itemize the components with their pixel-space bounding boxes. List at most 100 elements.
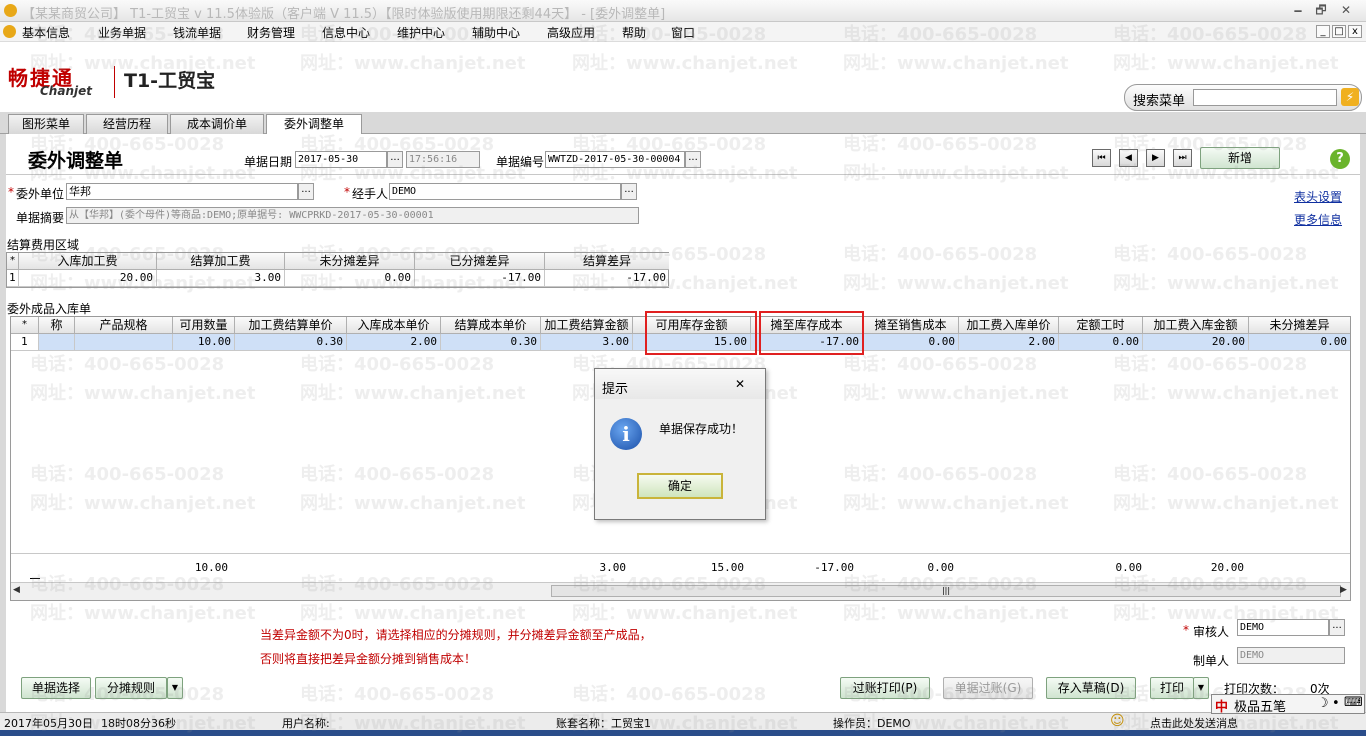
menu-window[interactable]: 窗口 xyxy=(671,24,695,41)
menu-aux-center[interactable]: 辅助中心 xyxy=(472,24,520,41)
tab-cost-adjust[interactable]: 成本调价单 xyxy=(170,114,264,134)
search-go-icon[interactable]: ⚡ xyxy=(1341,88,1359,106)
last-record-icon[interactable]: ⏭ xyxy=(1173,149,1192,167)
ime-moon-icon[interactable]: ☽ xyxy=(1317,696,1329,711)
products-header-qty[interactable]: 可用数量 xyxy=(173,317,235,334)
dialog-ok-button[interactable]: 确定 xyxy=(637,473,723,499)
products-cell-std-hours[interactable]: 0.00 xyxy=(1059,334,1143,351)
menu-business-docs[interactable]: 业务单据 xyxy=(98,24,146,41)
settlement-header-alloc[interactable]: 已分摊差异 xyxy=(415,253,545,270)
vendor-picker-button[interactable]: ... xyxy=(298,183,314,200)
products-cell-fee-amount[interactable]: 3.00 xyxy=(541,334,633,351)
ime-name[interactable]: 极品五笔 xyxy=(1234,696,1286,715)
status-time: 18时08分36秒 xyxy=(101,717,176,730)
settlement-header-unalloc[interactable]: 未分摊差异 xyxy=(285,253,415,270)
products-header-fee-unit[interactable]: 加工费结算单价 xyxy=(235,317,347,334)
handler-picker-button[interactable]: ... xyxy=(621,183,637,200)
mdi-close-icon[interactable]: x xyxy=(1348,25,1362,38)
products-cell-spec[interactable] xyxy=(75,334,173,351)
app-icon xyxy=(4,4,17,17)
scroll-left-icon[interactable]: ◀ xyxy=(13,585,20,595)
mdi-restore-icon[interactable]: □ xyxy=(1332,25,1346,38)
products-cell-in-cost-unit[interactable]: 2.00 xyxy=(347,334,441,351)
search-menu-input[interactable] xyxy=(1193,89,1337,106)
alloc-rule-button[interactable]: 分摊规则 xyxy=(95,677,167,699)
menu-info-center[interactable]: 信息中心 xyxy=(322,24,370,41)
settlement-header-settle-fee[interactable]: 结算加工费 xyxy=(157,253,285,270)
tab-outsource-adjust[interactable]: 委外调整单 xyxy=(266,114,362,135)
settlement-cell-settle-fee[interactable]: 3.00 xyxy=(157,270,285,287)
first-record-icon[interactable]: ⏮ xyxy=(1092,149,1111,167)
mdi-minimize-icon[interactable]: _ xyxy=(1316,25,1330,38)
print-dropdown-icon[interactable]: ▼ xyxy=(1193,677,1209,699)
products-header-fee-in-amount[interactable]: 加工费入库金额 xyxy=(1143,317,1249,334)
products-header-unalloc[interactable]: 未分摊差异 xyxy=(1249,317,1350,334)
settlement-header-diff[interactable]: 结算差异 xyxy=(545,253,669,270)
products-header-settle-cost-unit[interactable]: 结算成本单价 xyxy=(441,317,541,334)
products-header-fee-in-unit[interactable]: 加工费入库单价 xyxy=(959,317,1059,334)
settlement-cell-diff[interactable]: -17.00 xyxy=(545,270,669,287)
minimize-icon[interactable]: 🗕 xyxy=(1290,3,1306,18)
select-doc-button[interactable]: 单据选择 xyxy=(21,677,91,699)
menu-finance[interactable]: 财务管理 xyxy=(247,24,295,41)
products-header-name[interactable]: 称 xyxy=(39,317,75,334)
scroll-right-icon[interactable]: ▶ xyxy=(1340,585,1347,595)
summary-input[interactable]: 从【华邦】(委个母件)等商品:DEMO;原单据号: WWCPRKD-2017-0… xyxy=(66,207,639,224)
products-cell-to-sales-cost[interactable]: 0.00 xyxy=(863,334,959,351)
window-title: 【某某商贸公司】 T1-工贸宝 v 11.5体验版（客户端 V 11.5）【限时… xyxy=(22,7,666,22)
alloc-rule-dropdown-icon[interactable]: ▼ xyxy=(167,677,183,699)
print-button[interactable]: 打印 xyxy=(1150,677,1194,699)
save-draft-button[interactable]: 存入草稿(D) xyxy=(1046,677,1136,699)
menu-cash-docs[interactable]: 钱流单据 xyxy=(173,24,221,41)
products-header-to-sales-cost[interactable]: 摊至销售成本 xyxy=(863,317,959,334)
horizontal-scrollbar[interactable]: ◀ ||| ▶ xyxy=(11,582,1350,600)
products-header-in-cost-unit[interactable]: 入库成本单价 xyxy=(347,317,441,334)
settlement-cell-in-fee[interactable]: 20.00 xyxy=(19,270,157,287)
settlement-cell-alloc[interactable]: -17.00 xyxy=(415,270,545,287)
ime-dot-icon[interactable]: • xyxy=(1332,696,1340,711)
more-info-link[interactable]: 更多信息 xyxy=(1294,211,1342,228)
post-print-button[interactable]: 过账打印(P) xyxy=(840,677,930,699)
date-picker-button[interactable]: ... xyxy=(387,151,403,168)
reviewer-picker-button[interactable]: ... xyxy=(1329,619,1345,636)
send-message-link[interactable]: 点击此处发送消息 xyxy=(1150,715,1238,731)
number-picker-button[interactable]: ... xyxy=(685,151,701,168)
settlement-cell-unalloc[interactable]: 0.00 xyxy=(285,270,415,287)
products-cell-unalloc[interactable]: 0.00 xyxy=(1249,334,1350,351)
ime-zh-icon[interactable]: 中 xyxy=(1215,696,1228,715)
date-input[interactable]: 2017-05-30 xyxy=(295,151,387,168)
scroll-thumb[interactable]: ||| xyxy=(551,585,1341,597)
tab-graphic-menu[interactable]: 图形菜单 xyxy=(8,114,84,134)
products-cell-fee-in-unit[interactable]: 2.00 xyxy=(959,334,1059,351)
reviewer-input[interactable]: DEMO xyxy=(1237,619,1329,636)
close-icon[interactable]: ✕ xyxy=(1338,3,1354,18)
restore-icon[interactable]: 🗗 xyxy=(1313,3,1329,18)
new-button[interactable]: 新增 xyxy=(1200,147,1280,169)
product-name: T1-工贸宝 xyxy=(124,70,216,92)
products-header-std-hours[interactable]: 定额工时 xyxy=(1059,317,1143,334)
products-cell-fee-in-amount[interactable]: 20.00 xyxy=(1143,334,1249,351)
number-input[interactable]: WWTZD-2017-05-30-00004 xyxy=(545,151,685,168)
ime-keyboard-icon[interactable]: ⌨ xyxy=(1344,695,1363,710)
settlement-header-in-fee[interactable]: 入库加工费 xyxy=(19,253,157,270)
smile-icon[interactable]: ☺ xyxy=(1110,713,1125,729)
menu-maintenance[interactable]: 维护中心 xyxy=(397,24,445,41)
next-record-icon[interactable]: ▶ xyxy=(1146,149,1165,167)
handler-input[interactable]: DEMO xyxy=(389,183,621,200)
products-header-fee-amount[interactable]: 加工费结算金额 xyxy=(541,317,633,334)
tab-history[interactable]: 经营历程 xyxy=(86,114,168,134)
prev-record-icon[interactable]: ◀ xyxy=(1119,149,1138,167)
dialog-close-icon[interactable]: ✕ xyxy=(735,377,745,391)
header-divider xyxy=(6,174,1360,175)
products-cell-qty[interactable]: 10.00 xyxy=(173,334,235,351)
products-header-spec[interactable]: 产品规格 xyxy=(75,317,173,334)
menu-help[interactable]: 帮助 xyxy=(622,24,646,41)
products-cell-settle-cost-unit[interactable]: 0.30 xyxy=(441,334,541,351)
products-cell-fee-unit[interactable]: 0.30 xyxy=(235,334,347,351)
products-cell-name[interactable] xyxy=(39,334,75,351)
header-settings-link[interactable]: 表头设置 xyxy=(1294,188,1342,205)
menu-advanced[interactable]: 高级应用 xyxy=(547,24,595,41)
help-icon[interactable]: ? xyxy=(1330,149,1350,169)
menu-basic-info[interactable]: 基本信息 xyxy=(22,24,70,41)
vendor-input[interactable]: 华邦 xyxy=(66,183,298,200)
